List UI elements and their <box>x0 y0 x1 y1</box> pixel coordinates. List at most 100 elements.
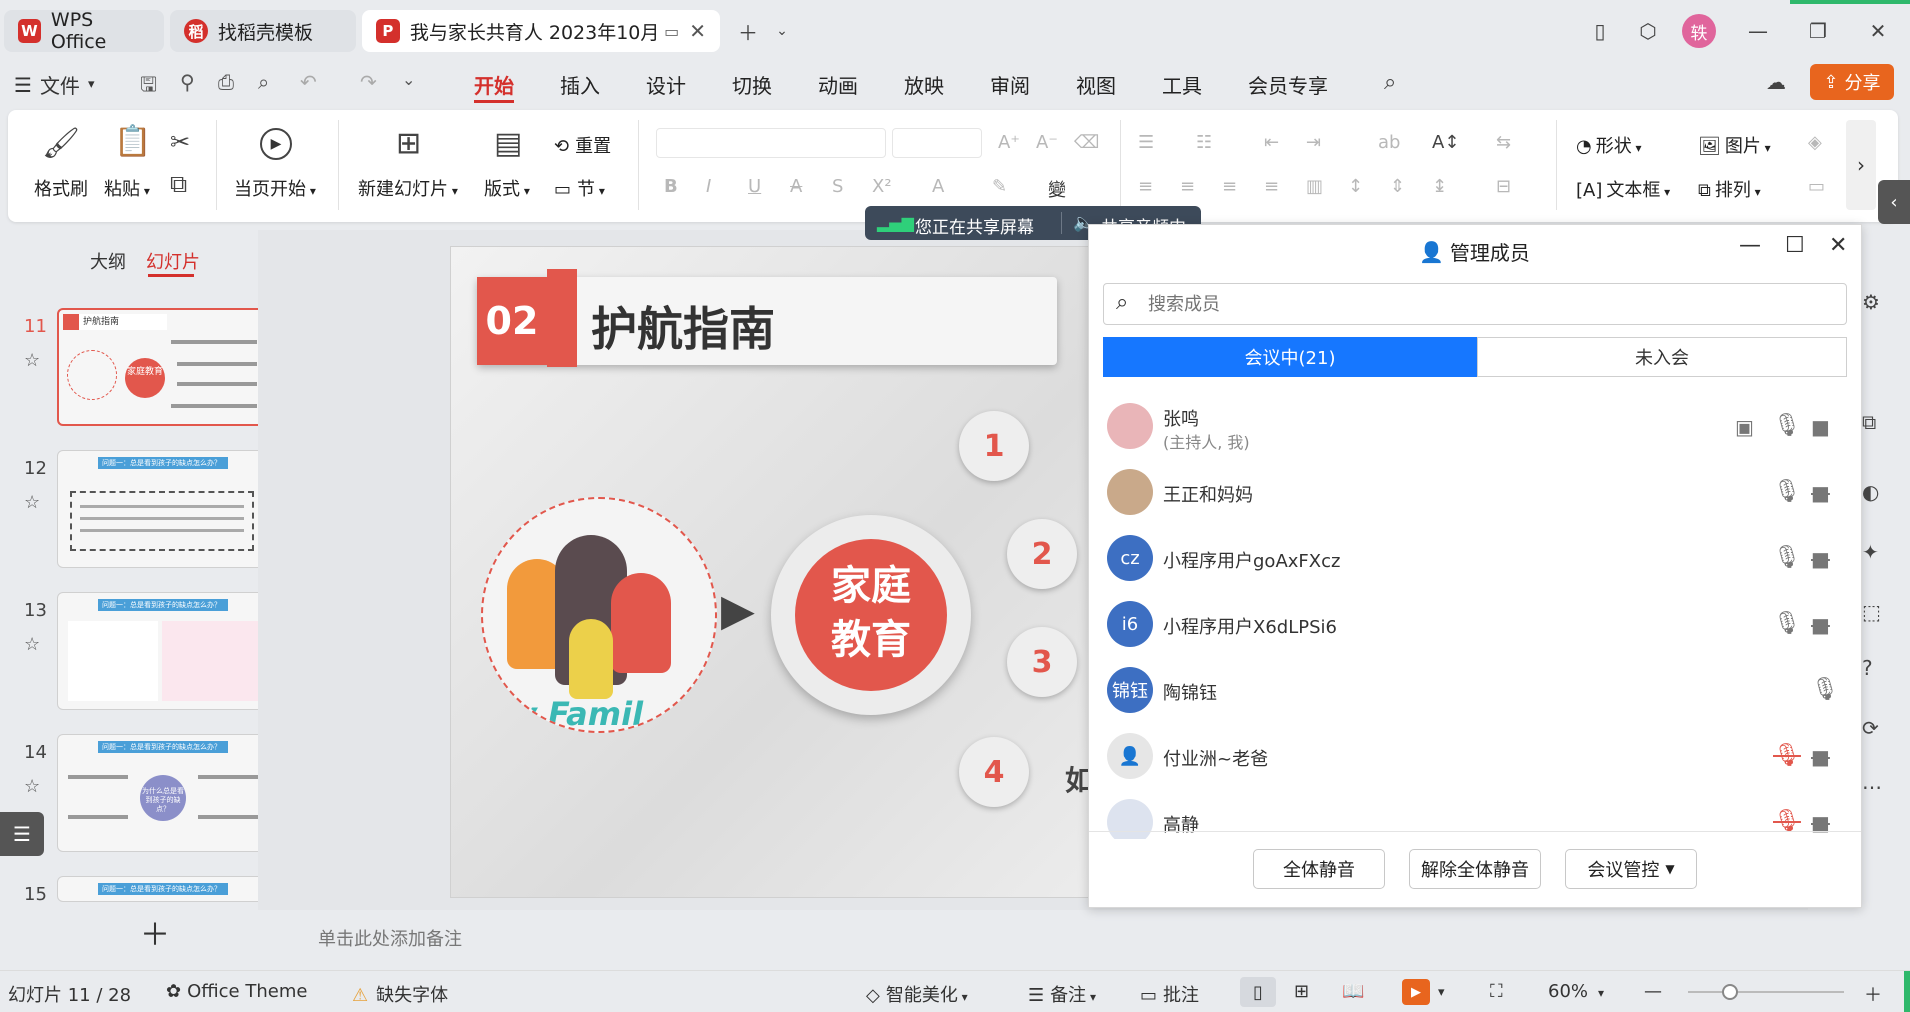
zoom-slider-handle[interactable] <box>1722 984 1738 1000</box>
print-preview-icon[interactable]: ⌕ <box>258 70 269 94</box>
align-center-icon[interactable]: ≡ <box>1180 176 1195 197</box>
camera-off-icon[interactable]: ■ <box>1811 613 1830 637</box>
sidebar-settings-icon[interactable]: ⚙ <box>1862 290 1880 314</box>
minimize-icon[interactable]: — <box>1739 233 1761 258</box>
tab-in-meeting[interactable]: 会议中(21) <box>1103 337 1477 377</box>
screen-share-icon[interactable]: ▣ <box>1735 415 1754 439</box>
clear-format-icon[interactable]: ⌫ <box>1074 132 1099 153</box>
add-slide-icon[interactable]: ＋ <box>140 910 170 954</box>
camera-off-icon[interactable]: ■ <box>1811 547 1830 571</box>
tab-template[interactable]: 稻 找稻壳模板 <box>170 10 356 52</box>
textbox-button[interactable]: [A] 文本框 ▾ <box>1576 176 1670 202</box>
slide-thumbnail-15[interactable]: 问题一：总是看到孩子的缺点怎么办？ <box>57 876 267 902</box>
menu-animation[interactable]: 动画 <box>818 70 858 99</box>
more-icon[interactable]: … <box>1862 770 1882 794</box>
paste-button[interactable]: 粘贴 ▾ <box>104 175 150 201</box>
reading-view-icon[interactable]: 📖 <box>1342 981 1364 1002</box>
link-icon[interactable]: ⚲ <box>180 70 195 94</box>
microphone-muted-icon[interactable]: 🎙 <box>1773 743 1801 768</box>
notes-placeholder[interactable]: 单击此处添加备注 <box>318 925 462 951</box>
tab-not-joined[interactable]: 未入会 <box>1477 337 1847 377</box>
menu-view[interactable]: 视图 <box>1076 70 1116 99</box>
member-row[interactable]: 张鸣 (主持人, 我) ▣ 🎙 ■ <box>1089 395 1861 461</box>
theme-indicator[interactable]: ✿ Office Theme <box>166 981 307 1002</box>
justify-icon[interactable]: ≡ <box>1264 176 1279 197</box>
reset-button[interactable]: ⟲ 重置 <box>554 132 611 158</box>
slide-thumbnail-12[interactable]: 问题一：总是看到孩子的缺点怎么办？ <box>57 450 267 568</box>
underline-icon[interactable]: U <box>748 176 761 197</box>
sidebar-transform-icon[interactable]: ⟳ <box>1862 716 1879 740</box>
microphone-icon[interactable]: 🎙 <box>1773 413 1801 438</box>
numbered-list-icon[interactable]: ☷ <box>1196 132 1212 153</box>
superscript-icon[interactable]: X² <box>872 176 892 197</box>
normal-view-icon[interactable]: ▯ <box>1240 977 1276 1007</box>
camera-off-icon[interactable]: ■ <box>1811 745 1830 769</box>
microphone-icon[interactable]: 🎙 <box>1773 611 1801 636</box>
layout-button[interactable]: 版式 ▾ <box>484 175 530 201</box>
zoom-out-icon[interactable]: — <box>1644 981 1662 1002</box>
menu-review[interactable]: 审阅 <box>990 70 1030 99</box>
bullet-list-icon[interactable]: ☰ <box>1138 132 1154 153</box>
redo-icon[interactable]: ↷ <box>360 70 377 94</box>
paragraph-spacing-icon[interactable]: ⇕ <box>1390 176 1405 197</box>
star-icon[interactable]: ☆ <box>24 492 40 513</box>
indent-icon[interactable]: ⇥ <box>1306 132 1321 153</box>
close-icon[interactable]: ✕ <box>1829 233 1847 258</box>
menu-tools[interactable]: 工具 <box>1162 70 1202 99</box>
align-left-icon[interactable]: ≡ <box>1138 176 1153 197</box>
comment-button[interactable]: ▭ 批注 <box>1140 981 1199 1007</box>
search-box[interactable]: ⌕ <box>1103 283 1847 325</box>
strikethrough-icon[interactable]: A <box>790 176 802 197</box>
chevron-down-icon[interactable]: ▾ <box>1438 985 1445 1000</box>
notes-button[interactable]: ☰ 备注 ▾ <box>1028 981 1096 1007</box>
list-toggle-icon[interactable]: ☰ <box>0 812 44 856</box>
outline-icon[interactable]: ▭ <box>1808 176 1825 197</box>
close-tab-icon[interactable]: ✕ <box>689 19 706 43</box>
tab-outline[interactable]: 大纲 <box>90 248 126 274</box>
vertical-align-icon[interactable]: ⊟ <box>1496 176 1511 197</box>
picture-button[interactable]: 🖼 图片 ▾ <box>1698 132 1771 158</box>
print-icon[interactable]: ⎙ <box>218 70 234 94</box>
star-icon[interactable]: ☆ <box>24 776 40 797</box>
sidebar-collapse-icon[interactable]: ‹ <box>1878 180 1910 224</box>
share-button[interactable]: ⇪ 分享 <box>1810 64 1894 100</box>
member-row[interactable]: i6 小程序用户X6dLPSi6 🎙 ■ <box>1089 593 1861 659</box>
bold-icon[interactable]: B <box>664 176 678 197</box>
tab-slides[interactable]: 幻灯片 <box>146 248 200 274</box>
member-row[interactable]: 👤 付业洲~老爸 🎙 ■ <box>1089 725 1861 791</box>
camera-off-icon[interactable]: ■ <box>1811 481 1830 505</box>
zoom-level[interactable]: 60% ▾ <box>1548 981 1604 1002</box>
menu-member[interactable]: 会员专享 <box>1248 70 1328 99</box>
font-color-icon[interactable]: A <box>932 176 944 197</box>
shadow-icon[interactable]: S <box>832 176 843 197</box>
text-effect-icon[interactable]: ab <box>1378 132 1400 153</box>
tab-presentation[interactable]: P 我与家长共育人 2023年10月.p ▭ ✕ <box>362 10 720 52</box>
fit-window-icon[interactable]: ⛶ <box>1490 981 1503 1002</box>
phonetic-icon[interactable]: 變 <box>1048 176 1066 202</box>
from-current-button[interactable]: 当页开始 ▾ <box>234 175 316 201</box>
tab-list-chevron-icon[interactable]: ⌄ <box>764 14 800 48</box>
font-family-select[interactable] <box>656 128 886 158</box>
star-icon[interactable]: ☆ <box>24 634 40 655</box>
format-painter-button[interactable]: 格式刷 <box>34 175 88 201</box>
member-row[interactable]: cz 小程序用户goAxFXcz 🎙 ■ <box>1089 527 1861 593</box>
shape-button[interactable]: ◔ 形状 ▾ <box>1576 132 1642 158</box>
avatar[interactable]: 轶 <box>1682 14 1716 48</box>
search-icon[interactable]: ⌕ <box>1384 70 1396 95</box>
microphone-icon[interactable]: 🎙 <box>1773 479 1801 504</box>
save-icon[interactable]: 🖫 <box>140 70 157 104</box>
microphone-icon[interactable]: 🎙 <box>1773 545 1801 570</box>
maximize-icon[interactable]: ☐ <box>1785 233 1805 258</box>
meeting-control-button[interactable]: 会议管控 ▼ <box>1565 849 1697 889</box>
slide-thumbnail-11[interactable]: 护航指南 家庭教育 <box>57 308 267 426</box>
help-icon[interactable]: ? <box>1862 656 1873 680</box>
zoom-in-icon[interactable]: ＋ <box>1864 981 1882 1007</box>
smart-beautify-button[interactable]: ◇ 智能美化 ▾ <box>866 981 968 1007</box>
file-menu[interactable]: ☰ 文件 ▾ <box>14 70 94 99</box>
sidebar-magic-icon[interactable]: ✦ <box>1862 540 1879 564</box>
layout-icon[interactable]: ▯ <box>1582 14 1618 48</box>
undo-icon[interactable]: ↶ <box>300 70 317 94</box>
menu-home[interactable]: 开始 <box>474 70 514 99</box>
arrange-button[interactable]: ⧉ 排列 ▾ <box>1698 176 1761 202</box>
font-shrink-icon[interactable]: A⁻ <box>1036 132 1058 153</box>
